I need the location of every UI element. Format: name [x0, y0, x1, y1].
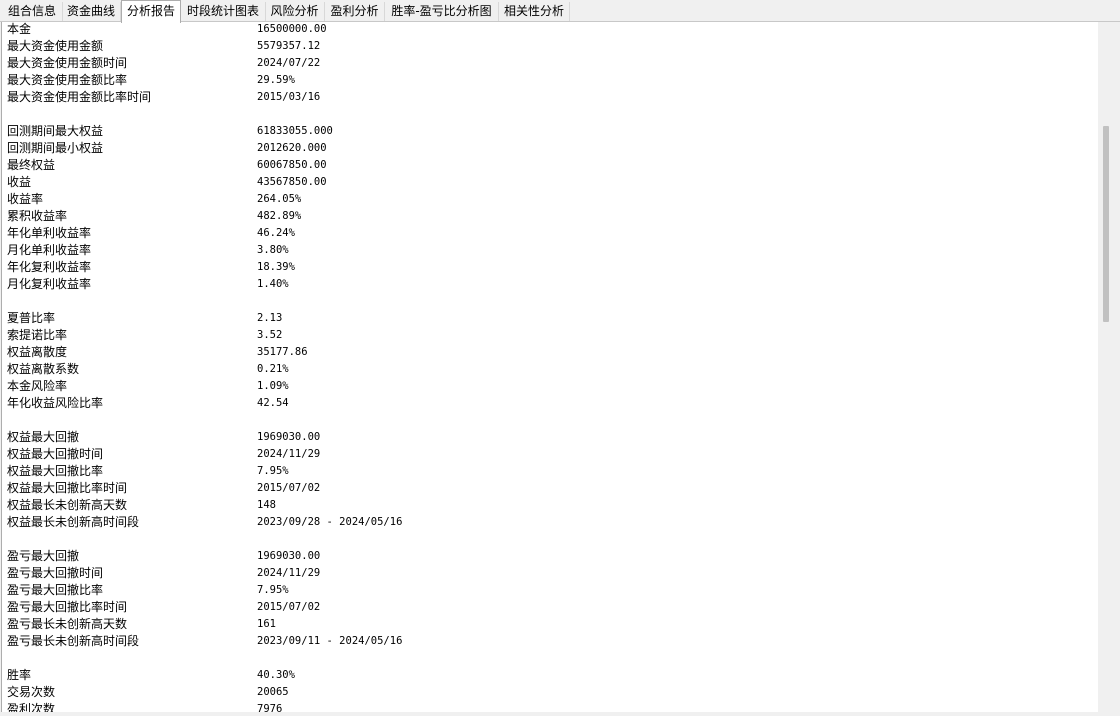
report-value: 20065: [257, 686, 289, 698]
report-label: 索提诺比率: [7, 328, 68, 342]
report-label: 夏普比率: [7, 311, 56, 325]
report-label: 权益最长未创新高时间段: [7, 515, 140, 529]
report-value: 29.59%: [257, 74, 295, 86]
report-label: 盈亏最大回撤: [7, 549, 80, 563]
report-label: 收益: [7, 175, 32, 189]
report-value: 60067850.00: [257, 159, 327, 171]
report-label: 本金: [7, 22, 32, 36]
report-label: 年化单利收益率: [7, 226, 92, 240]
report-label: 最终权益: [7, 158, 56, 172]
tab-risk-analysis[interactable]: 风险分析: [265, 2, 325, 21]
report-value: 1969030.00: [257, 431, 321, 443]
tab-analysis-report[interactable]: 分析报告: [121, 0, 181, 23]
report-value: 2024/11/29: [257, 567, 321, 579]
report-label: 累积收益率: [7, 209, 68, 223]
report-value: 7.95%: [257, 465, 289, 477]
report-value: 35177.86: [257, 346, 308, 358]
report-label: 权益离散度: [7, 345, 68, 359]
panel-bottom-border: [0, 712, 1120, 716]
report-value: 2024/11/29: [257, 448, 321, 460]
report-value: 18.39%: [257, 261, 295, 273]
report-label: 盈亏最长未创新高天数: [7, 617, 128, 631]
report-label: 盈亏最大回撤比率时间: [7, 600, 128, 614]
tab-portfolio-info[interactable]: 组合信息: [2, 2, 63, 21]
tab-winrate-pl-ratio-chart[interactable]: 胜率-盈亏比分析图: [385, 2, 499, 21]
report-value: 2023/09/11 - 2024/05/16: [257, 635, 403, 647]
report-value: 5579357.12: [257, 40, 321, 52]
report-value: 7.95%: [257, 584, 289, 596]
report-label: 交易次数: [7, 685, 56, 699]
report-value: 482.89%: [257, 210, 302, 222]
report-value: 16500000.00: [257, 23, 327, 35]
report-value: 0.21%: [257, 363, 289, 375]
report-value: 2015/03/16: [257, 91, 321, 103]
report-label: 权益最大回撤比率: [7, 464, 104, 478]
report-label: 月化复利收益率: [7, 277, 92, 291]
tab-period-stats-chart[interactable]: 时段统计图表: [181, 2, 266, 21]
report-value: 1.40%: [257, 278, 289, 290]
report-label: 权益最大回撤: [7, 430, 80, 444]
report-label: 权益最长未创新高天数: [7, 498, 128, 512]
report-value: 2015/07/02: [257, 482, 321, 494]
report-label: 最大资金使用金额: [7, 39, 104, 53]
report-label: 最大资金使用金额时间: [7, 56, 128, 70]
report-value: 40.30%: [257, 669, 295, 681]
report-label: 收益率: [7, 192, 44, 206]
report-value: 2015/07/02: [257, 601, 321, 613]
report-value: 161: [257, 618, 276, 630]
report-label: 胜率: [7, 668, 32, 682]
report-label: 回测期间最大权益: [7, 124, 104, 138]
tab-bar: 组合信息 资金曲线 分析报告 时段统计图表 风险分析 盈利分析 胜率-盈亏比分析…: [0, 0, 1120, 23]
report-value: 264.05%: [257, 193, 302, 205]
report-value: 3.52: [257, 329, 283, 341]
report-label: 年化收益风险比率: [7, 396, 104, 410]
report-label: 本金风险率: [7, 379, 68, 393]
tab-equity-curve[interactable]: 资金曲线: [62, 2, 121, 21]
report-label: 权益最大回撤比率时间: [7, 481, 128, 495]
tab-profit-analysis[interactable]: 盈利分析: [325, 2, 385, 21]
report-value: 2.13: [257, 312, 283, 324]
report-label: 年化复利收益率: [7, 260, 92, 274]
report-label: 最大资金使用金额比率时间: [7, 90, 152, 104]
report-value: 1969030.00: [257, 550, 321, 562]
report-value: 3.80%: [257, 244, 289, 256]
report-label: 最大资金使用金额比率: [7, 73, 128, 87]
report-value: 46.24%: [257, 227, 295, 239]
report-label: 权益离散系数: [7, 362, 80, 376]
report-value: 2023/09/28 - 2024/05/16: [257, 516, 403, 528]
vertical-scrollbar[interactable]: [1098, 22, 1115, 712]
scrollbar-thumb[interactable]: [1103, 126, 1109, 322]
report-value: 42.54: [257, 397, 289, 409]
report-value: 61833055.000: [257, 125, 333, 137]
report-value: 2024/07/22: [257, 57, 321, 69]
report-label: 权益最大回撤时间: [7, 447, 104, 461]
report-value: 148: [257, 499, 276, 511]
report-value: 43567850.00: [257, 176, 327, 188]
report-label: 盈亏最大回撤时间: [7, 566, 104, 580]
report-value: 1.09%: [257, 380, 289, 392]
report-label: 盈亏最长未创新高时间段: [7, 634, 140, 648]
analysis-report-panel[interactable]: 本金 16500000.00 最大资金使用金额 5579357.12 最大资金使用金额时…: [1, 22, 1099, 713]
report-label: 回测期间最小权益: [7, 141, 104, 155]
report-value: 2012620.000: [257, 142, 327, 154]
report-label: 月化单利收益率: [7, 243, 92, 257]
report-label: 盈亏最大回撤比率: [7, 583, 104, 597]
tab-correlation-analysis[interactable]: 相关性分析: [499, 2, 570, 21]
